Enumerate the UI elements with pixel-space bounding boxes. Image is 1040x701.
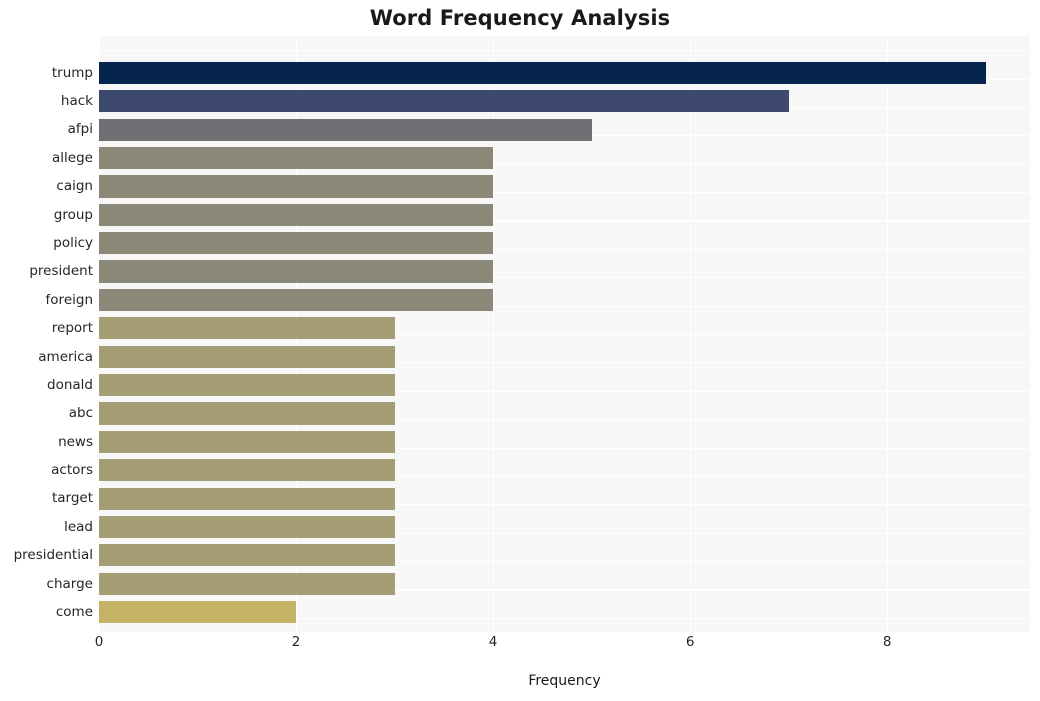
y-tick-label-afpi: afpi	[67, 121, 93, 138]
bar-target[interactable]	[99, 487, 395, 510]
bar-group[interactable]	[99, 203, 494, 226]
bar-actors[interactable]	[99, 459, 395, 482]
bar-afpi[interactable]	[99, 118, 592, 141]
y-tick-label-group: group	[53, 206, 93, 223]
bar-row[interactable]	[99, 456, 1030, 484]
bar-come[interactable]	[99, 601, 297, 624]
bar-row[interactable]	[99, 484, 1030, 512]
plot-area	[99, 36, 1030, 632]
bar-row[interactable]	[99, 570, 1030, 598]
bar-report[interactable]	[99, 317, 395, 340]
bar-row[interactable]	[99, 201, 1030, 229]
bar-trump[interactable]	[99, 61, 986, 84]
y-tick-label-news: news	[58, 433, 93, 450]
x-tick-label-8: 8	[882, 634, 892, 650]
bar-row[interactable]	[99, 598, 1030, 626]
bar-policy[interactable]	[99, 232, 494, 255]
bar-row[interactable]	[99, 314, 1030, 342]
bar-foreign[interactable]	[99, 288, 494, 312]
y-tick-label-policy: policy	[53, 234, 93, 251]
bar-donald[interactable]	[99, 373, 395, 397]
bar-row[interactable]	[99, 59, 1030, 87]
x-axis-tick-labels: 0 2 4 6 8	[0, 634, 1040, 658]
y-axis-tick-labels: trump hack afpi allege caign group policy presi…	[0, 36, 93, 632]
y-tick-label-trump: trump	[51, 64, 93, 81]
bar-row[interactable]	[99, 513, 1030, 541]
bar-row[interactable]	[99, 87, 1030, 115]
bar-hack[interactable]	[99, 90, 789, 113]
y-tick-label-caign: caign	[56, 178, 93, 195]
x-tick-label-4: 4	[488, 634, 498, 650]
bar-row[interactable]	[99, 371, 1030, 399]
bar-row[interactable]	[99, 428, 1030, 456]
y-tick-label-report: report	[51, 320, 93, 337]
bar-america[interactable]	[99, 345, 395, 368]
bar-charge[interactable]	[99, 572, 395, 595]
y-tick-label-charge: charge	[46, 575, 93, 592]
bar-caign[interactable]	[99, 175, 494, 198]
bar-row[interactable]	[99, 172, 1030, 200]
chart-title: Word Frequency Analysis	[369, 6, 671, 30]
y-tick-label-allege: allege	[52, 149, 93, 166]
y-tick-label-america: america	[38, 348, 93, 365]
x-tick-label-0: 0	[94, 634, 104, 650]
bar-row[interactable]	[99, 343, 1030, 371]
y-tick-label-target: target	[51, 490, 93, 507]
y-tick-label-hack: hack	[60, 93, 93, 110]
bar-row[interactable]	[99, 115, 1030, 143]
bar-allege[interactable]	[99, 146, 494, 170]
word-frequency-chart-figure: Word Frequency Analysis trump hack afpi all…	[0, 0, 1040, 701]
bar-abc[interactable]	[99, 402, 395, 425]
bar-row[interactable]	[99, 144, 1030, 172]
x-tick-label-6: 6	[685, 634, 695, 650]
y-tick-label-actors: actors	[51, 462, 93, 479]
y-tick-label-presidential: presidential	[13, 547, 93, 564]
bars-layer	[99, 36, 1030, 632]
bar-row[interactable]	[99, 229, 1030, 257]
y-tick-label-foreign: foreign	[45, 291, 93, 308]
x-axis-title: Frequency	[528, 673, 601, 689]
bar-lead[interactable]	[99, 515, 395, 539]
bar-presidential[interactable]	[99, 544, 395, 567]
x-tick-label-2: 2	[291, 634, 301, 650]
bar-row[interactable]	[99, 257, 1030, 285]
y-tick-label-abc: abc	[68, 405, 93, 422]
bar-row[interactable]	[99, 286, 1030, 314]
y-tick-label-come: come	[55, 603, 93, 620]
y-tick-label-donald: donald	[47, 376, 93, 393]
bar-president[interactable]	[99, 260, 494, 283]
bar-news[interactable]	[99, 430, 395, 453]
bar-row[interactable]	[99, 541, 1030, 569]
y-tick-label-president: president	[29, 263, 93, 280]
y-tick-label-lead: lead	[64, 518, 93, 535]
bar-row[interactable]	[99, 399, 1030, 427]
